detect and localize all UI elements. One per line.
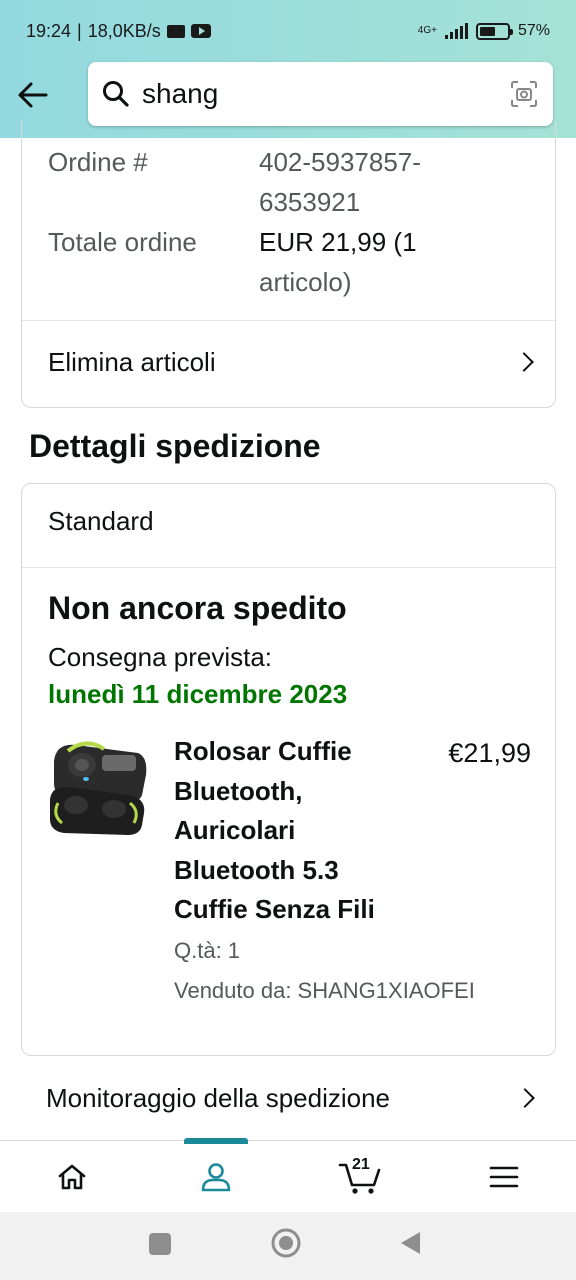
nav-account[interactable] (144, 1138, 288, 1212)
delete-items-row[interactable]: Elimina articoli (22, 320, 555, 404)
camera-scan-icon[interactable] (509, 79, 539, 109)
delivery-date: lunedì 11 dicembre 2023 (48, 679, 348, 709)
seller-info: Venduto da: SHANG1XIAOFEI (174, 978, 475, 1003)
youtube-icon (190, 24, 211, 38)
product-quantity: Q.tà: 1 (174, 938, 241, 963)
account-icon (201, 1162, 231, 1191)
shipping-method: Standard (48, 506, 154, 536)
nav-menu[interactable] (432, 1141, 576, 1212)
battery-icon (475, 22, 513, 40)
delivery-label: Consegna prevista: (48, 642, 273, 672)
order-summary-card: Ordine # 402-5937857- 6353921 Totale ord… (21, 120, 556, 408)
search-icon (103, 81, 129, 107)
product-title[interactable]: Rolosar Cuffie Bluetooth, Auricolari Blu… (174, 732, 414, 930)
status-time: 19:24 (26, 20, 72, 41)
order-total-label: Totale ordine (48, 227, 197, 257)
back-system-button[interactable] (398, 1230, 422, 1256)
order-total-value: EUR 21,99 (1 articolo) (259, 227, 417, 297)
nav-cart[interactable] (288, 1141, 432, 1212)
chevron-right-icon (515, 1088, 535, 1108)
mail-icon (166, 24, 185, 38)
tracking-row[interactable]: Monitoraggio della spedizione (21, 1056, 556, 1140)
search-bar[interactable]: shang (88, 62, 553, 126)
product-price: €21,99 (448, 738, 531, 768)
product-image[interactable] (46, 739, 150, 837)
tracking-label: Monitoraggio della spedizione (46, 1082, 391, 1113)
status-speed: 18,0KB/s (87, 20, 161, 41)
chevron-right-icon (514, 352, 534, 372)
signal-icon (444, 23, 468, 39)
battery-percent: 57% (517, 22, 550, 39)
divider (22, 567, 555, 568)
nav-home[interactable] (0, 1141, 144, 1212)
search-input[interactable]: shang (142, 78, 509, 110)
delete-items-label: Elimina articoli (48, 346, 216, 377)
back-arrow-icon[interactable] (16, 78, 50, 112)
shipping-heading: Dettagli spedizione (29, 428, 321, 464)
shipment-status: Non ancora spedito (48, 590, 347, 626)
home-system-button[interactable] (270, 1227, 302, 1259)
app-header: 19:24 | 18,0KB/s 4G+ 57% shang (0, 0, 576, 138)
menu-icon (489, 1166, 519, 1187)
active-tab-indicator (184, 1138, 248, 1144)
order-number-value: 402-5937857- 6353921 (259, 147, 421, 217)
bottom-nav (0, 1138, 576, 1212)
network-type: 4G+ (417, 25, 437, 36)
status-bar: 19:24 | 18,0KB/s 4G+ 57% (26, 20, 550, 41)
recent-apps-button[interactable] (149, 1233, 171, 1255)
order-number-label: Ordine # (48, 147, 148, 177)
shipping-card: Standard Non ancora spedito Consegna pre… (21, 483, 556, 1056)
home-icon (58, 1164, 86, 1189)
cart-count-badge: 21 (352, 1156, 370, 1173)
